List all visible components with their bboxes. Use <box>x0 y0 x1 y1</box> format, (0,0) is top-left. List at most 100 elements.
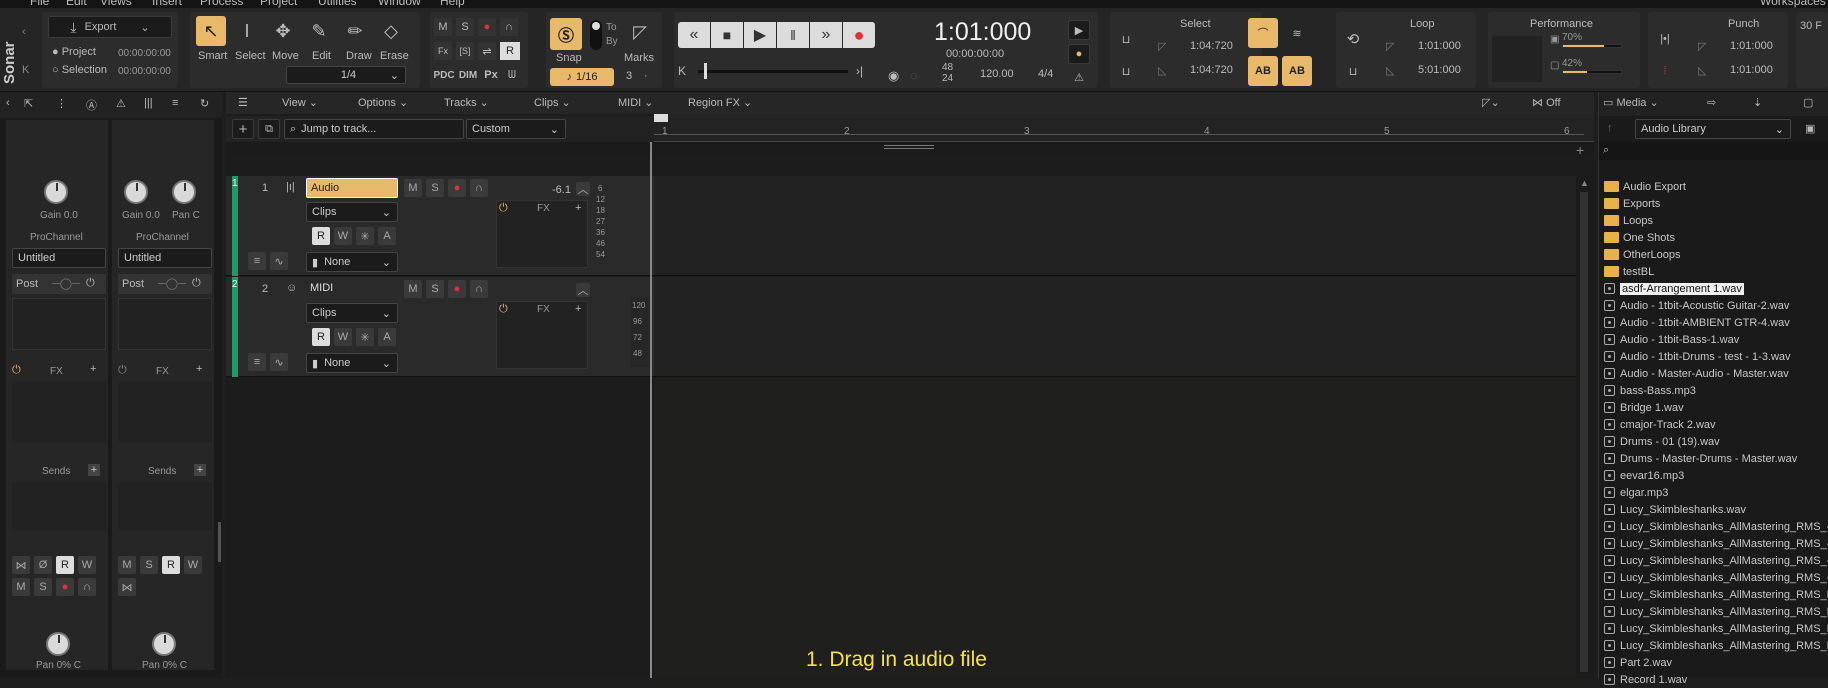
pan-knob-top-2[interactable] <box>172 180 196 204</box>
erase-tool-icon[interactable]: ◇ <box>376 16 406 46</box>
record-icon-strip-1[interactable]: ● <box>56 578 74 596</box>
track-automation-icon-1[interactable]: ∿ <box>270 252 288 270</box>
slider-icon-1[interactable]: ─◯─ <box>52 277 80 290</box>
track-solo-2[interactable]: S <box>426 280 444 298</box>
menu-edit[interactable]: Edit <box>66 0 87 8</box>
solo-all-button[interactable]: S <box>456 18 474 36</box>
select-end-icon[interactable]: ⊔ <box>1114 60 1138 82</box>
media-file[interactable]: Record 1.wav <box>1604 671 1687 688</box>
smart-tool-icon[interactable]: ↖ <box>196 16 226 46</box>
write-button-1[interactable]: W <box>78 556 96 574</box>
phase-button-1[interactable]: Ø <box>34 556 52 574</box>
media-tab[interactable]: ▭ Media ⌄ <box>1603 96 1659 109</box>
punch-start[interactable]: 1:01:000 <box>1730 40 1773 52</box>
media-file[interactable]: Part 2.wav <box>1604 654 1672 671</box>
track-fx-power-icon-1[interactable]: ⏻ <box>499 202 508 215</box>
media-export-icon[interactable]: ⇨ <box>1707 96 1716 109</box>
add-track-icon[interactable]: + <box>232 119 254 139</box>
fx-bypass-button[interactable]: Fx <box>434 42 452 60</box>
preset-field-2[interactable]: Untitled <box>118 248 212 268</box>
track-collapse-icon-1[interactable]: ︿ <box>576 182 590 196</box>
media-file[interactable]: eevar16.mp3 <box>1604 467 1684 484</box>
media-file[interactable]: Lucy_Skimbleshanks_AllMastering_RMS_M <box>1604 586 1828 603</box>
dim-button[interactable]: DIM <box>457 66 479 84</box>
track-fx-add-icon-1[interactable]: + <box>575 202 581 214</box>
meter-display[interactable]: 4/4 <box>1038 68 1053 80</box>
track-arm-2[interactable]: A <box>378 328 396 346</box>
media-folder[interactable]: Audio Export <box>1604 178 1686 195</box>
loop-icon[interactable]: ⟲ <box>1340 28 1366 50</box>
ab-icon[interactable]: AB <box>1248 56 1278 86</box>
media-file[interactable]: Lucy_Skimbleshanks_AllMastering_RMS_N <box>1604 620 1828 637</box>
snap-to-by-toggle[interactable] <box>590 20 602 50</box>
select-wave-icon[interactable]: ≋ <box>1282 18 1312 48</box>
monitor-icon-strip-1[interactable]: ∩ <box>78 578 96 596</box>
menu-insert[interactable]: Insert <box>152 0 182 8</box>
media-file[interactable]: Audio - 1tbit-Bass-1.wav <box>1604 331 1739 348</box>
track-mute-1[interactable]: M <box>404 179 422 197</box>
inspector-warn-icon[interactable]: ⚠ <box>116 97 126 110</box>
media-file[interactable]: Lucy_Skimbleshanks_AllMastering_RMS_N <box>1604 637 1828 654</box>
play-from-icon[interactable]: ▶ <box>1068 20 1090 40</box>
px-button[interactable]: Px <box>481 66 501 84</box>
auto-xfade-off[interactable]: ⋈ Off <box>1532 96 1561 109</box>
menu-file[interactable]: File <box>30 0 49 8</box>
save-icon[interactable]: ▣ <box>1805 122 1815 135</box>
slider-icon-2[interactable]: ─◯─ <box>158 277 186 290</box>
marks-icon[interactable]: ◸ <box>626 18 654 46</box>
loop-start[interactable]: 1:01:000 <box>1418 40 1461 52</box>
media-search[interactable]: ⌕ <box>1599 142 1828 160</box>
rewind-icon[interactable]: « <box>678 22 710 48</box>
w-icon[interactable]: ᗯ <box>503 66 521 84</box>
track-lane-2[interactable] <box>654 277 1576 377</box>
menu-utilities[interactable]: Utilities <box>318 0 357 8</box>
track-star-icon-2[interactable]: ✳ <box>356 328 374 346</box>
loop-fit-icon[interactable]: ⊔ <box>1340 60 1366 82</box>
stop-icon[interactable]: ■ <box>711 22 743 48</box>
pdc-button[interactable]: PDC <box>433 66 455 84</box>
inspector-refresh-icon[interactable]: ↻ <box>200 97 209 110</box>
menu-workspaces[interactable]: Workspaces <box>1760 0 1826 8</box>
record-icon[interactable]: ● <box>843 22 875 48</box>
track-list-icon-2[interactable]: ≡ <box>248 353 266 371</box>
track-fx-add-icon-2[interactable]: + <box>575 303 581 315</box>
track-lane-1[interactable] <box>654 176 1576 276</box>
track-monitor-icon-1[interactable]: ∩ <box>470 179 488 197</box>
track-record-icon-2[interactable]: ● <box>448 280 466 298</box>
track-read-1[interactable]: R <box>312 227 330 245</box>
read-button-2[interactable]: R <box>162 556 180 574</box>
snap-icon[interactable]: Ⓢ <box>550 18 582 50</box>
preset-field-1[interactable]: Untitled <box>12 248 106 268</box>
track-collapse-icon-2[interactable]: ︿ <box>576 283 590 297</box>
inspector-pin-icon[interactable]: ⇱ <box>24 97 33 110</box>
clips-menu[interactable]: Clips ⌄ <box>534 96 571 109</box>
media-folder[interactable]: testBL <box>1604 263 1654 280</box>
read-button-1[interactable]: R <box>56 556 74 574</box>
tracks-menu[interactable]: Tracks ⌄ <box>444 96 489 109</box>
timeline-ruler[interactable]: 1 2 3 4 5 6 <box>654 114 1594 142</box>
go-start-icon[interactable]: K <box>678 64 686 78</box>
library-select[interactable]: Audio Library ⌄ <box>1635 119 1791 139</box>
time-display[interactable]: 1:01:000 <box>934 18 1031 47</box>
write-button-2[interactable]: W <box>184 556 202 574</box>
mute-button-strip-1[interactable]: M <box>12 578 30 596</box>
solo-override-button[interactable]: [S] <box>456 42 474 60</box>
track-clips-select-2[interactable]: Clips ⌄ <box>306 303 398 323</box>
post-button-1[interactable]: Post <box>16 278 38 290</box>
pan-knob-2[interactable] <box>152 632 176 656</box>
jump-to-track-input[interactable]: ⌕ Jump to track... <box>284 119 464 139</box>
record-all-icon[interactable]: ● <box>478 18 496 36</box>
select-tool-icon[interactable]: I <box>232 16 262 46</box>
track-row-2[interactable]: 2 2 ☺ MIDI M S ● ∩ Clips ⌄ R W ✳ A ≡ ∿ ▮ N… <box>226 277 654 377</box>
link-icon[interactable]: ⇌ <box>478 42 496 60</box>
select-start-icon[interactable]: ⊔ <box>1114 28 1138 50</box>
play-icon[interactable]: ▶ <box>744 22 776 48</box>
gain-knob-2[interactable] <box>124 180 148 204</box>
media-file[interactable]: Audio - 1tbit-Acoustic Guitar-2.wav <box>1604 297 1789 314</box>
track-fx-power-icon-2[interactable]: ⏻ <box>499 303 508 316</box>
punch-end[interactable]: 1:01:000 <box>1730 64 1773 76</box>
media-page-icon[interactable]: ▢ <box>1803 96 1813 109</box>
inspector-list-icon[interactable]: ≡ <box>172 97 178 109</box>
menu-views[interactable]: Views <box>100 0 132 8</box>
fx-add-icon-1[interactable]: + <box>90 363 96 375</box>
